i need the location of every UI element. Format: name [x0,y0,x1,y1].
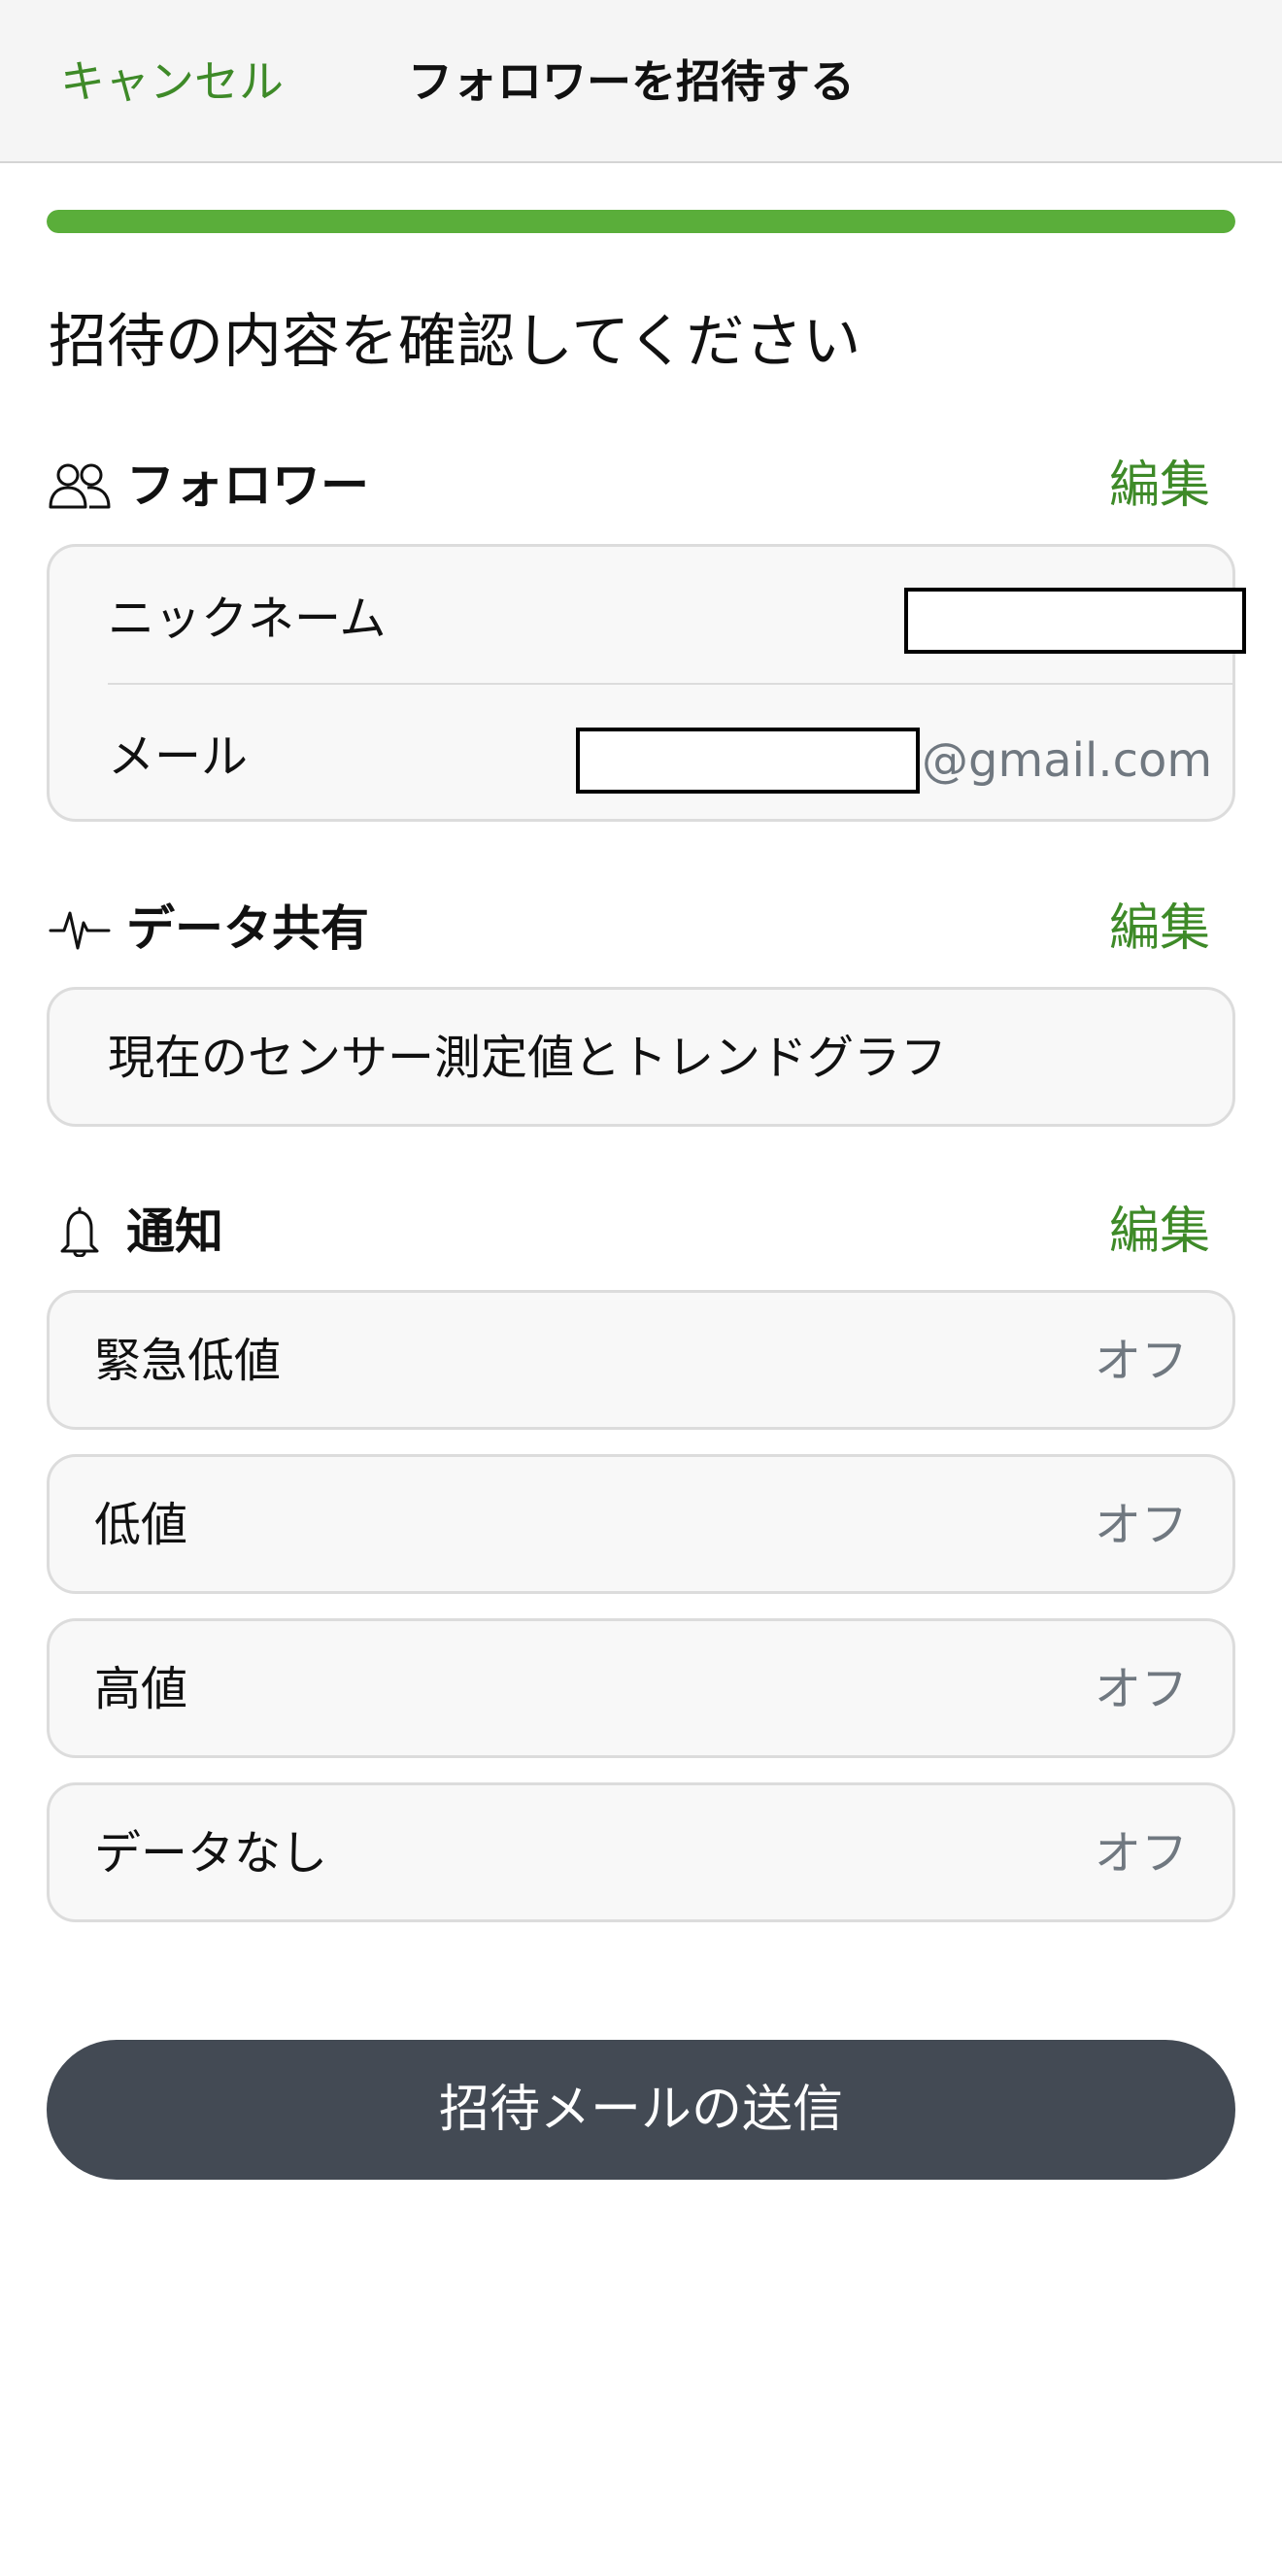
email-label: メール [108,729,249,784]
notification-status: オフ [1094,1826,1188,1881]
follower-section-title: フォロワー [126,458,369,514]
notification-label: 高値 [94,1662,188,1716]
notification-item-urgent-low: 緊急低値 オフ [47,1290,1235,1430]
progress-fill [47,210,1235,233]
page-heading: 招待の内容を確認してください [49,308,861,376]
data-sharing-card: 現在のセンサー測定値とトレンドグラフ [47,987,1235,1127]
send-invitation-button[interactable]: 招待メールの送信 [47,2040,1235,2180]
cancel-button[interactable]: キャンセル [60,51,284,113]
notification-label: データなし [94,1826,328,1881]
edit-notifications-button[interactable]: 編集 [1109,1201,1210,1263]
people-icon [49,463,111,509]
data-sharing-section-header: データ共有 編集 [49,890,1210,967]
notification-item-no-data: データなし オフ [47,1782,1235,1922]
data-sharing-section-title: データ共有 [126,900,369,957]
bell-icon [60,1206,99,1257]
pulse-icon [49,911,111,950]
navigation-bar: キャンセル フォロワーを招待する [0,0,1282,163]
notifications-section-header: 通知 編集 [49,1193,1210,1271]
notification-status: オフ [1094,1334,1188,1388]
notification-label: 緊急低値 [94,1334,282,1388]
nickname-redacted-value [904,588,1246,654]
notification-status: オフ [1094,1498,1188,1552]
nav-title: フォロワーを招待する [408,55,855,108]
edit-follower-button[interactable]: 編集 [1109,455,1210,517]
nickname-label: ニックネーム [108,592,387,646]
notification-item-high: 高値 オフ [47,1618,1235,1758]
data-sharing-description: 現在のセンサー測定値とトレンドグラフ [108,1031,948,1085]
notifications-section-title: 通知 [126,1203,223,1260]
notification-item-low: 低値 オフ [47,1454,1235,1594]
notification-label: 低値 [94,1498,188,1552]
edit-data-sharing-button[interactable]: 編集 [1109,898,1210,960]
row-divider [108,683,1232,685]
follower-section-header: フォロワー 編集 [49,447,1210,525]
email-domain: @gmail.com [922,733,1213,788]
email-redacted-value [576,728,920,794]
progress-bar [47,210,1235,233]
notification-status: オフ [1094,1662,1188,1716]
follower-card: ニックネーム メール @gmail.com [47,544,1246,822]
